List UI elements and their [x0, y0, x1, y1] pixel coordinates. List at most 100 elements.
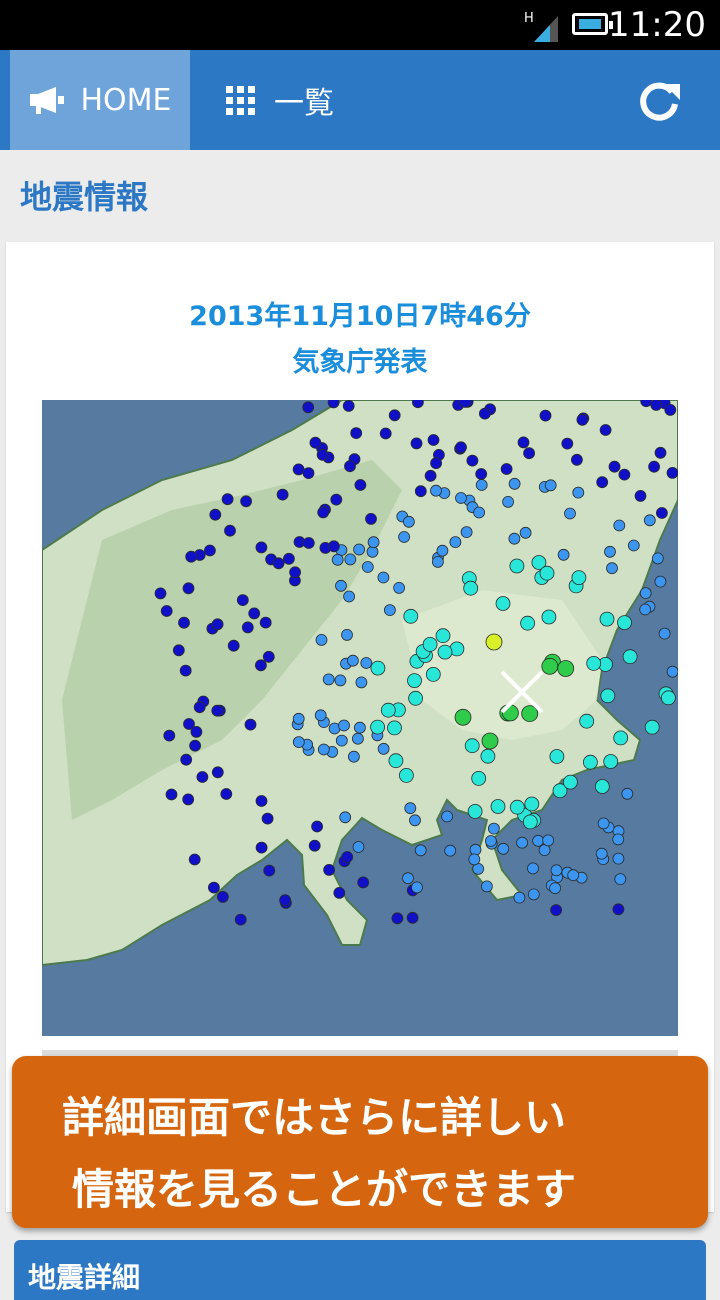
station-marker [335, 579, 347, 592]
station-marker [331, 553, 344, 566]
station-marker [393, 581, 406, 594]
station-marker [544, 479, 557, 492]
station-marker [643, 514, 656, 527]
station-marker [227, 639, 240, 652]
station-marker [179, 664, 192, 677]
station-marker [234, 913, 247, 926]
station-marker [180, 753, 193, 766]
station-marker [484, 835, 497, 847]
station-marker [612, 852, 625, 865]
station-marker [350, 427, 363, 439]
station-marker [564, 507, 576, 520]
report-source: 気象庁発表 [292, 347, 428, 378]
station-marker [473, 506, 486, 519]
station-marker [541, 657, 559, 675]
station-marker [410, 437, 423, 450]
station-marker [576, 413, 589, 426]
station-marker [236, 594, 249, 607]
seismic-intensity-map[interactable] [42, 400, 678, 1036]
station-marker [656, 507, 668, 519]
station-marker [182, 793, 195, 806]
station-marker [314, 709, 327, 722]
station-marker [188, 853, 201, 866]
station-marker [244, 718, 257, 731]
station-marker [248, 607, 261, 620]
station-marker [650, 400, 663, 411]
station-marker [480, 748, 496, 764]
station-marker [255, 541, 268, 554]
station-marker [572, 486, 585, 499]
station-marker [388, 753, 404, 769]
station-marker [402, 515, 415, 528]
station-marker [475, 479, 488, 491]
station-marker [606, 562, 618, 575]
report-datetime: 2013年11月10日7時46分 [189, 301, 531, 332]
station-marker [353, 543, 366, 556]
station-marker [542, 834, 555, 847]
station-marker [391, 912, 404, 925]
station-marker [361, 561, 374, 573]
station-marker [414, 485, 427, 498]
station-marker [387, 720, 402, 736]
station-marker [639, 587, 652, 600]
top-navbar: HOME 一覧 [0, 50, 720, 150]
station-marker [182, 582, 195, 595]
station-marker [309, 436, 322, 449]
station-marker [165, 788, 178, 801]
station-marker [347, 750, 360, 763]
station-marker [594, 779, 610, 794]
hint-toast: 詳細画面ではさらに詳しい 情報を見ることができます [12, 1056, 708, 1228]
station-marker [351, 732, 364, 745]
station-marker [599, 611, 615, 627]
station-marker [240, 495, 253, 508]
station-marker [621, 787, 634, 800]
station-marker [516, 836, 529, 849]
station-marker [437, 644, 453, 660]
station-marker [344, 460, 356, 473]
station-marker [597, 817, 610, 830]
station-marker [276, 488, 289, 501]
station-marker [579, 713, 595, 729]
station-marker [338, 719, 350, 732]
station-marker [380, 702, 396, 718]
station-marker [292, 463, 305, 476]
station-marker [211, 704, 224, 717]
nav-home-tab[interactable]: HOME [10, 50, 190, 150]
station-marker [311, 820, 324, 833]
network-type-label: H [524, 11, 534, 26]
station-marker [467, 803, 483, 819]
station-marker [339, 811, 352, 824]
station-marker [398, 767, 414, 783]
station-marker [622, 649, 638, 665]
station-marker [444, 844, 457, 857]
station-marker [550, 864, 563, 877]
station-marker [480, 880, 493, 893]
station-marker [163, 729, 176, 742]
station-marker [404, 802, 417, 815]
station-marker [523, 447, 536, 460]
station-marker [595, 847, 608, 860]
station-marker [353, 721, 366, 734]
station-marker [613, 519, 626, 532]
station-marker [563, 774, 578, 790]
nav-list-tab[interactable]: 一覧 [224, 50, 334, 150]
station-marker [327, 540, 340, 553]
station-marker [323, 863, 336, 876]
station-marker [279, 894, 292, 907]
station-marker [666, 467, 678, 479]
station-marker [441, 810, 454, 823]
station-marker [224, 524, 236, 537]
station-marker [407, 673, 422, 689]
station-marker [414, 844, 427, 857]
station-marker [355, 676, 368, 689]
station-marker [522, 814, 538, 830]
station-marker [424, 469, 437, 482]
station-marker [263, 864, 276, 877]
station-marker [189, 739, 202, 752]
station-marker [403, 608, 419, 624]
refresh-icon[interactable] [636, 78, 682, 124]
detail-section-header[interactable]: 地震詳細 [14, 1240, 706, 1300]
station-marker [654, 575, 667, 588]
station-marker [567, 869, 580, 882]
station-marker [524, 796, 540, 812]
